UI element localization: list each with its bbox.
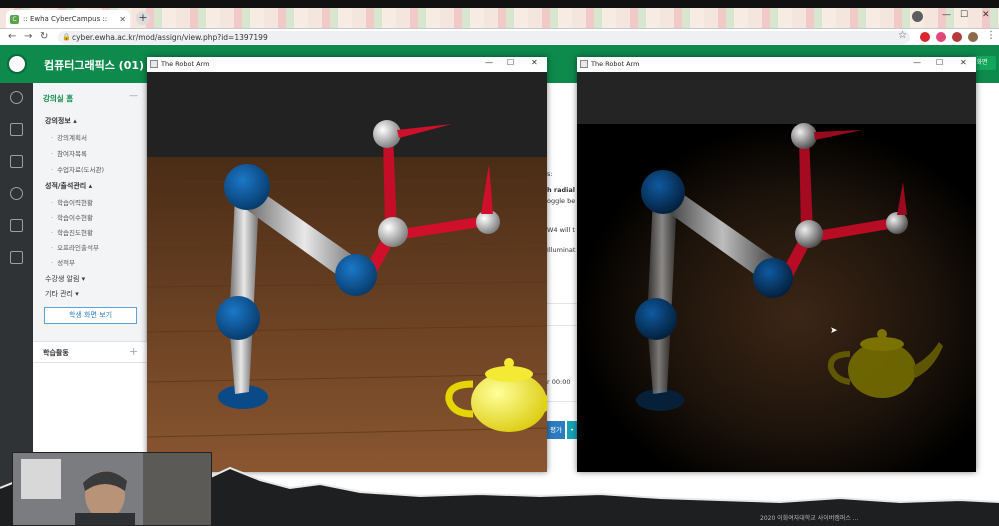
- webcam-video: [12, 452, 212, 526]
- sidebar-activity-row[interactable]: 학습활동 +: [33, 341, 147, 363]
- forward-arrow-icon[interactable]: →: [24, 31, 32, 42]
- robot-arm-scene-spotlight[interactable]: [577, 72, 976, 472]
- sphere-joint: [886, 212, 908, 234]
- background-wall: [577, 72, 976, 124]
- sidebar-item[interactable]: 강의계획서: [51, 132, 87, 142]
- mail-icon[interactable]: [10, 219, 23, 232]
- spotlit-floor: [577, 124, 976, 472]
- extension-icon[interactable]: [920, 32, 930, 42]
- joint-elbow: [635, 298, 677, 340]
- tab-title: :: Ewha CyberCampus ::: [23, 15, 108, 23]
- window-app-icon: [580, 60, 588, 68]
- page-text-fragment: oggle be: [547, 197, 576, 205]
- screen: C :: Ewha CyberCampus :: ✕ + — ☐ ✕ ← → ↻…: [0, 0, 999, 526]
- book-icon[interactable]: [10, 123, 23, 136]
- back-arrow-icon[interactable]: ←: [8, 31, 16, 42]
- bookmark-star-icon[interactable]: ☆: [898, 30, 907, 41]
- url-text: cyber.ewha.ac.kr/mod/assign/view.php?id=…: [72, 33, 268, 42]
- sphere-joint: [373, 120, 401, 148]
- page-text-fragment: s:: [547, 170, 553, 178]
- page-text-fragment: r 00:00: [547, 378, 571, 386]
- sphere-joint: [378, 217, 408, 247]
- joint-wrist: [753, 258, 793, 298]
- extension-icon[interactable]: [936, 32, 946, 42]
- browser-minimize-icon[interactable]: —: [942, 10, 951, 20]
- window-minimize-icon[interactable]: —: [485, 58, 493, 67]
- window-titlebar[interactable]: The Robot Arm — ☐ ✕: [147, 57, 547, 72]
- window-title: The Robot Arm: [591, 60, 640, 68]
- mouse-cursor-icon: ➤: [830, 326, 838, 336]
- address-bar-row: ← → ↻ 🔒 cyber.ewha.ac.kr/mod/assign/view…: [0, 28, 999, 45]
- browser-maximize-icon[interactable]: ☐: [960, 10, 968, 20]
- lock-icon: 🔒: [62, 33, 71, 41]
- group-icon[interactable]: [10, 187, 23, 200]
- board-icon[interactable]: [10, 155, 23, 168]
- new-tab-button[interactable]: +: [136, 11, 150, 25]
- sidebar-item[interactable]: 오프라인출석부: [51, 242, 99, 252]
- page-text-fragment: Illuminat: [547, 246, 576, 254]
- joint-wrist: [335, 254, 377, 296]
- window-titlebar[interactable]: The Robot Arm — ☐ ✕: [577, 57, 976, 72]
- page-text-fragment: W4 will t: [547, 226, 575, 234]
- page-footer: 2020 이화여자대학교 사이버캠퍼스 ...: [760, 515, 859, 522]
- sidebar-section-grades[interactable]: 성적/출석관리 ▴: [45, 181, 92, 191]
- sidebar-item[interactable]: 학습이력현황: [51, 197, 93, 207]
- sidebar-section-info[interactable]: 강의정보 ▴: [45, 116, 77, 126]
- ewha-logo-icon[interactable]: [7, 54, 27, 74]
- window-maximize-icon[interactable]: ☐: [507, 58, 514, 67]
- record-icon[interactable]: [912, 11, 923, 22]
- sidebar-item[interactable]: 성적부: [51, 257, 75, 267]
- sphere-joint: [791, 123, 817, 149]
- robot-arm-window-spotlight[interactable]: The Robot Arm — ☐ ✕: [577, 57, 976, 472]
- top-strip: [0, 0, 999, 8]
- user-icon[interactable]: [10, 91, 23, 104]
- student-view-button[interactable]: 학생 화면 보기: [44, 307, 137, 324]
- robot-arm-scene-lit[interactable]: [147, 72, 547, 472]
- joint-elbow: [216, 296, 260, 340]
- sidebar-item[interactable]: 학습진도현황: [51, 227, 93, 237]
- sidebar-other-management[interactable]: 기타 관리 ▾: [45, 289, 79, 299]
- joint-shoulder: [641, 170, 685, 214]
- joint-shoulder: [224, 164, 270, 210]
- window-maximize-icon[interactable]: ☐: [936, 58, 943, 67]
- sidebar-home-link[interactable]: 강의실 홈: [43, 93, 73, 104]
- extension-icon[interactable]: [952, 32, 962, 42]
- window-minimize-icon[interactable]: —: [913, 58, 921, 67]
- profile-avatar-icon[interactable]: [968, 32, 978, 42]
- course-title[interactable]: 컴퓨터그래픽스 (01): [44, 57, 144, 73]
- sidebar-item[interactable]: 수업자료(도서관): [51, 164, 104, 174]
- reload-icon[interactable]: ↻: [40, 31, 48, 42]
- sidebar-item[interactable]: 학습이수현황: [51, 212, 93, 222]
- activity-label: 학습활동: [43, 349, 69, 357]
- sphere-joint: [795, 220, 823, 248]
- browser-tab[interactable]: C :: Ewha CyberCampus :: ✕: [6, 10, 130, 28]
- browser-close-icon[interactable]: ✕: [982, 10, 990, 20]
- expand-plus-icon[interactable]: +: [129, 345, 138, 358]
- sidebar-collapse-icon[interactable]: —: [129, 91, 138, 101]
- sidebar-item[interactable]: 참여자목록: [51, 148, 87, 158]
- divider: [547, 303, 577, 304]
- robot-arm-window-lit[interactable]: The Robot Arm — ☐ ✕: [147, 57, 547, 472]
- sidebar-student-alerts[interactable]: 수강생 알림 ▾: [45, 274, 85, 284]
- tab-close-icon[interactable]: ✕: [119, 15, 126, 24]
- divider: [547, 325, 577, 326]
- grade-button[interactable]: 평가: [547, 421, 565, 439]
- window-title: The Robot Arm: [161, 60, 210, 68]
- background-wall: [147, 72, 547, 157]
- map-icon[interactable]: [10, 251, 23, 264]
- menu-dots-icon[interactable]: ⋮: [986, 30, 996, 41]
- url-input[interactable]: 🔒 cyber.ewha.ac.kr/mod/assign/view.php?i…: [58, 31, 910, 44]
- favicon-icon: C: [10, 14, 19, 24]
- window-close-icon[interactable]: ✕: [531, 58, 538, 67]
- page-button[interactable]: •: [567, 421, 577, 439]
- divider: [547, 401, 577, 402]
- webcam-person: [13, 453, 211, 525]
- window-app-icon: [150, 60, 158, 68]
- window-close-icon[interactable]: ✕: [960, 58, 967, 67]
